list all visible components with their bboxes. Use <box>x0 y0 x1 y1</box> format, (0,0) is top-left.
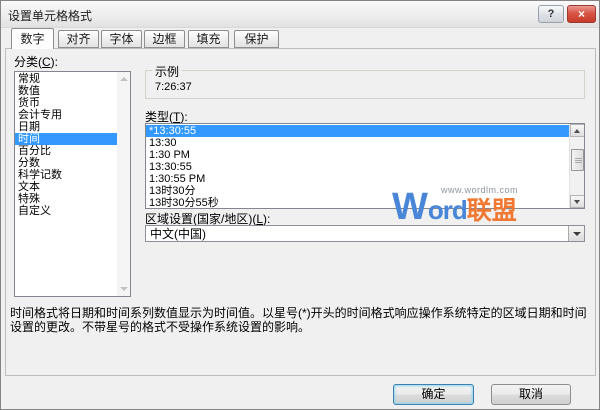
help-icon: ? <box>548 8 555 20</box>
dropdown-arrow-button[interactable] <box>568 226 584 241</box>
category-listbox[interactable]: 常规 数值 货币 会计专用 日期 时间 百分比 分数 科学记数 文本 特殊 自定… <box>14 71 131 297</box>
sample-groupbox: 示例 7:26:37 <box>145 70 585 99</box>
tab-font[interactable]: 字体 <box>101 30 142 48</box>
cancel-button[interactable]: 取消 <box>491 384 571 405</box>
window-title: 设置单元格格式 <box>8 7 92 24</box>
category-item[interactable]: 常规 <box>15 73 117 85</box>
sample-label: 示例 <box>152 63 182 80</box>
scroll-down-icon <box>120 287 128 291</box>
category-item[interactable]: 自定义 <box>15 205 117 217</box>
scroll-up-icon <box>574 129 580 133</box>
category-item[interactable]: 会计专用 <box>15 109 117 121</box>
type-item-selected[interactable]: *13:30:55 <box>146 125 569 137</box>
tab-fill[interactable]: 填充 <box>188 30 229 48</box>
category-item[interactable]: 科学记数 <box>15 169 117 181</box>
number-tab-page: 分类(C): 常规 数值 货币 会计专用 日期 时间 百分比 分数 科学记数 文… <box>5 48 596 376</box>
type-listbox[interactable]: *13:30:55 13:30 1:30 PM 13:30:55 1:30:55… <box>145 123 585 209</box>
tab-number[interactable]: 数字 <box>11 28 54 49</box>
scrollbar-thumb[interactable] <box>571 149 584 171</box>
category-item[interactable]: 日期 <box>15 121 117 133</box>
type-item[interactable]: 13时30分55秒 <box>146 197 569 209</box>
type-item[interactable]: 13:30 <box>146 137 569 149</box>
close-icon: × <box>578 7 585 21</box>
category-scrollbar <box>117 72 130 296</box>
format-cells-dialog: 设置单元格格式 ? × 数字 对齐 字体 边框 填充 保护 分类(C): 常规 … <box>0 0 600 410</box>
tab-protection[interactable]: 保护 <box>234 30 279 48</box>
tab-alignment[interactable]: 对齐 <box>58 30 99 48</box>
type-item[interactable]: 1:30 PM <box>146 149 569 161</box>
sample-value: 7:26:37 <box>155 81 192 93</box>
chevron-down-icon <box>573 232 581 236</box>
category-item[interactable]: 特殊 <box>15 193 117 205</box>
title-bar[interactable]: 设置单元格格式 ? × <box>1 1 599 28</box>
help-button[interactable]: ? <box>538 5 564 23</box>
scroll-down-icon <box>574 200 580 204</box>
locale-dropdown[interactable]: 中文(中国) <box>145 225 585 242</box>
scroll-up-icon <box>120 77 128 81</box>
category-item[interactable]: 货币 <box>15 97 117 109</box>
type-item[interactable]: 1:30:55 PM <box>146 173 569 185</box>
category-item[interactable]: 百分比 <box>15 145 117 157</box>
category-item[interactable]: 数值 <box>15 85 117 97</box>
scroll-down-button[interactable] <box>570 195 585 208</box>
ok-button[interactable]: 确定 <box>393 384 474 405</box>
type-item[interactable]: 13:30:55 <box>146 161 569 173</box>
category-item[interactable]: 分数 <box>15 157 117 169</box>
thumb-grip-icon <box>575 158 582 163</box>
locale-value: 中文(中国) <box>150 227 206 241</box>
scroll-up-button[interactable] <box>570 124 585 137</box>
tab-border[interactable]: 边框 <box>144 30 185 48</box>
category-label: 分类(C): <box>14 53 58 70</box>
category-item-selected[interactable]: 时间 <box>15 133 117 145</box>
close-button[interactable]: × <box>567 5 596 23</box>
type-item[interactable]: 13时30分 <box>146 185 569 197</box>
description-text: 时间格式将日期和时间系列数值显示为时间值。以星号(*)开头的时间格式响应操作系统… <box>10 307 592 334</box>
type-scrollbar[interactable] <box>569 124 584 208</box>
category-item[interactable]: 文本 <box>15 181 117 193</box>
